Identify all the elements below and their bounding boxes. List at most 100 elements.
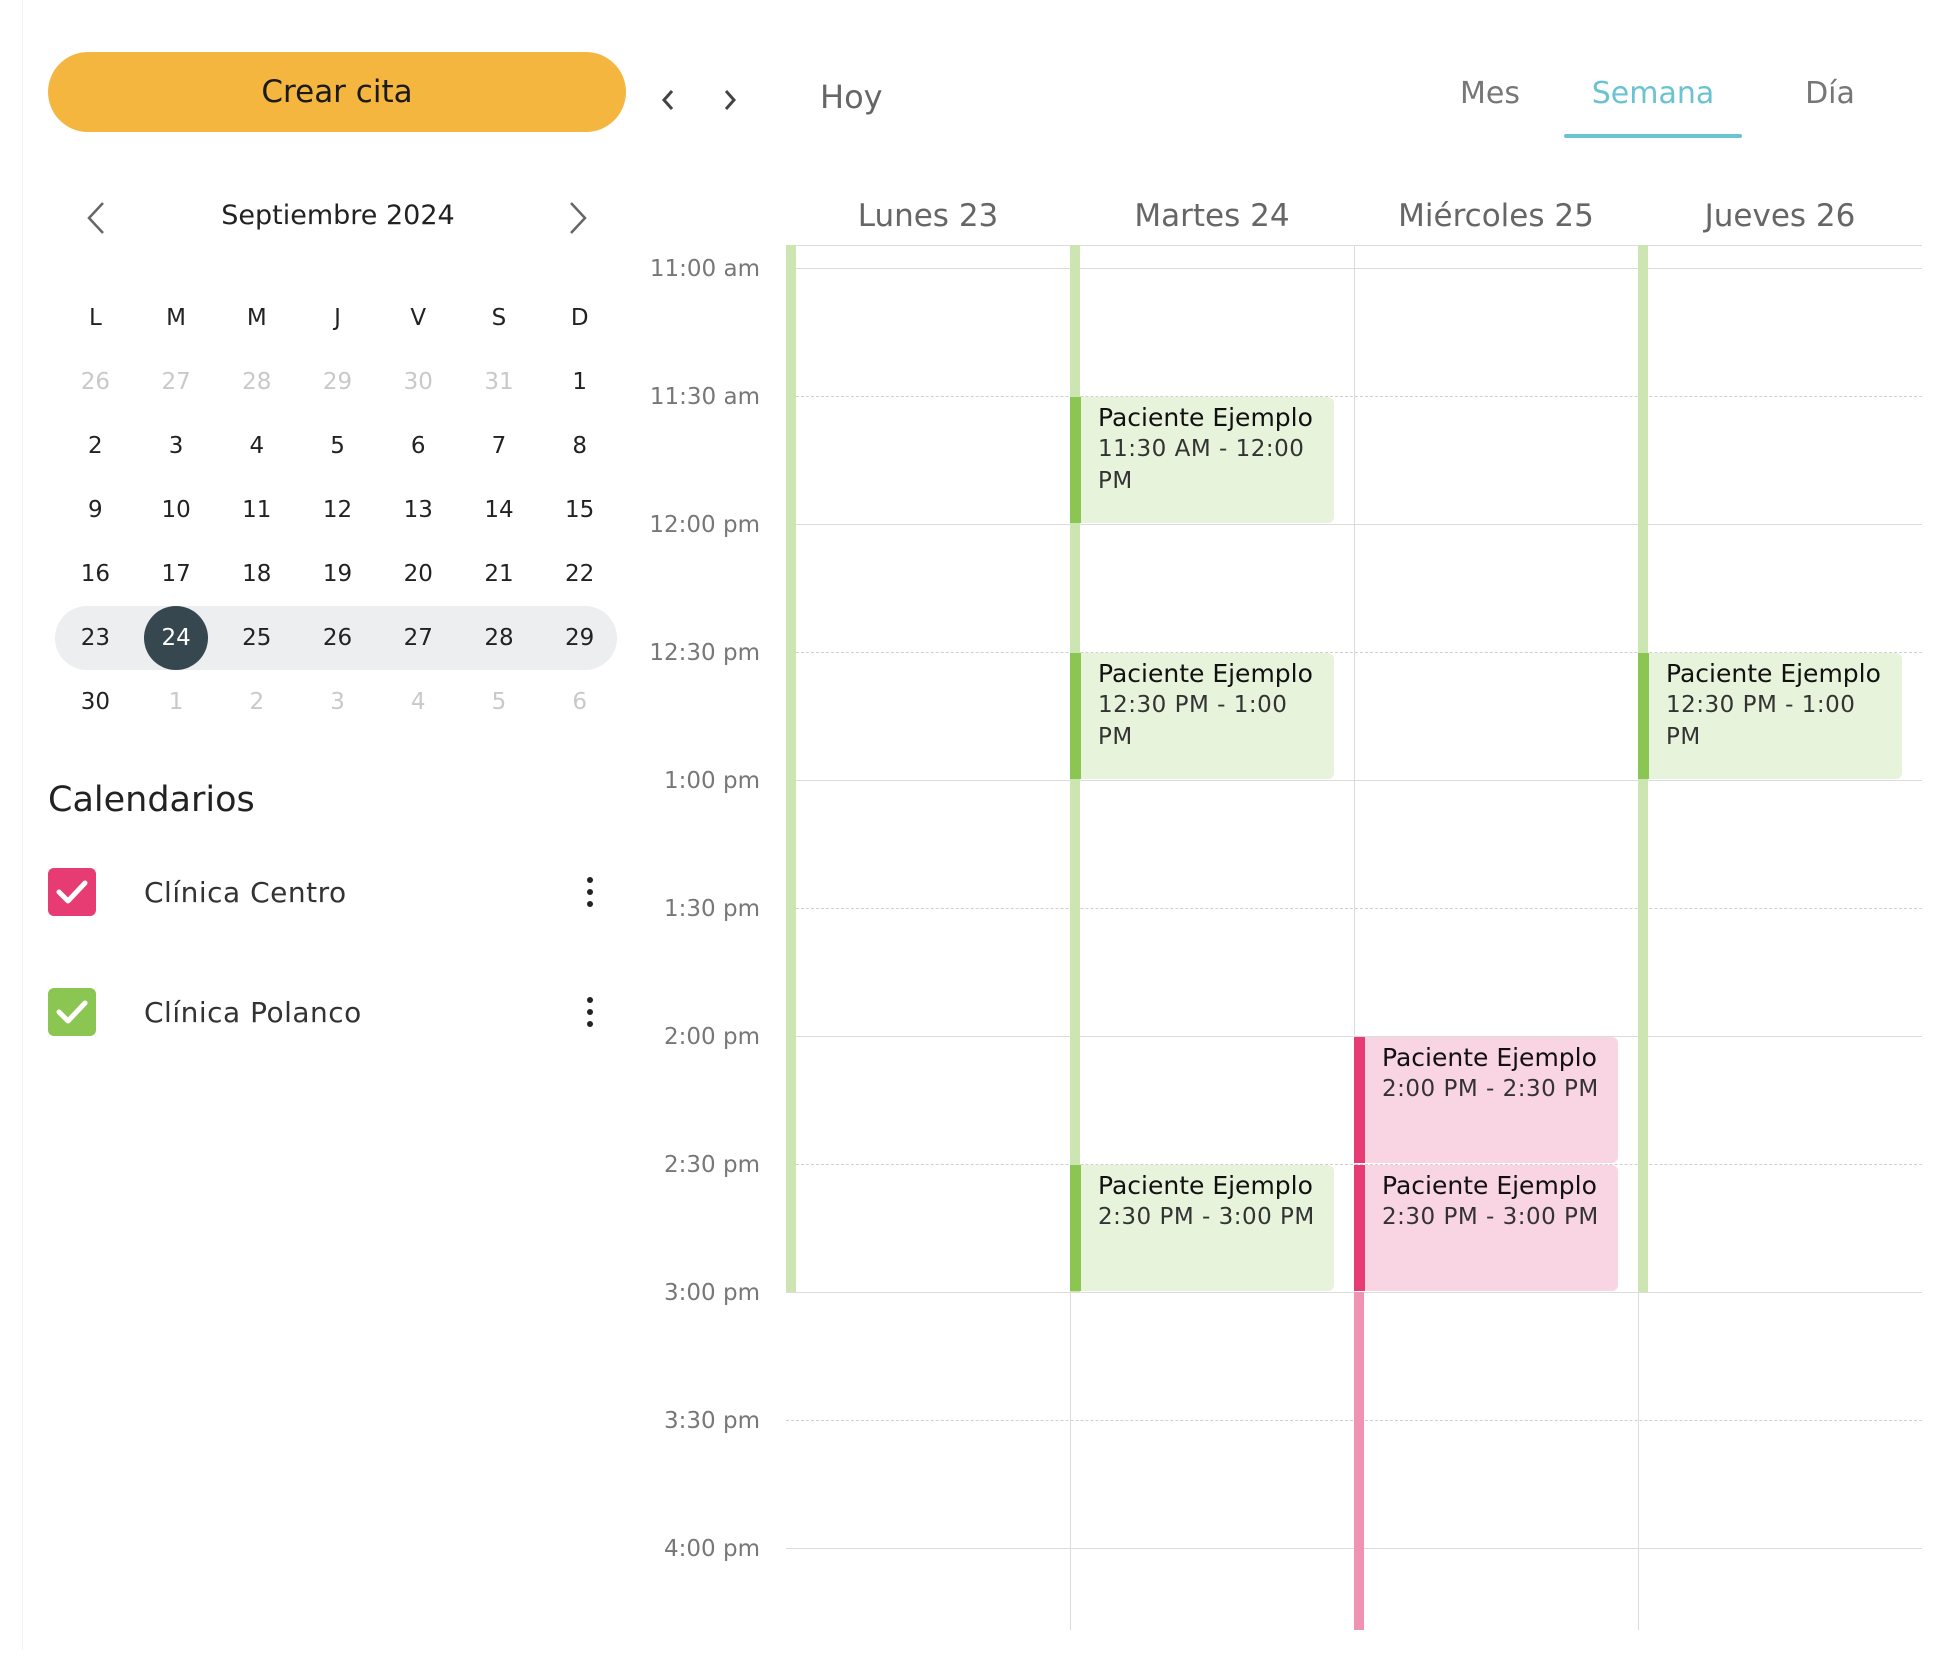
mini-calendar: L M M J V S D 26 27 28 29 30 31 1 2 3 4 …: [55, 286, 620, 734]
event-title: Paciente Ejemplo: [1098, 659, 1313, 688]
mini-day[interactable]: 27: [136, 369, 217, 395]
mini-day[interactable]: 30: [55, 689, 136, 715]
mini-day[interactable]: 5: [297, 433, 378, 459]
event-color-bar: [1354, 1037, 1365, 1163]
event-color-bar: [1070, 397, 1081, 523]
mini-day[interactable]: 18: [216, 561, 297, 587]
more-options-icon[interactable]: [572, 870, 608, 914]
mini-week-row: 9 10 11 12 13 14 15: [55, 478, 620, 542]
mini-day[interactable]: 29: [539, 625, 620, 651]
mini-day[interactable]: 20: [378, 561, 459, 587]
mini-day[interactable]: 3: [136, 433, 217, 459]
mini-day[interactable]: 10: [136, 497, 217, 523]
mini-day[interactable]: 27: [378, 625, 459, 651]
mini-next-month-button[interactable]: [558, 198, 598, 238]
time-label: 12:00 pm: [649, 512, 760, 538]
day-header: Miércoles 25: [1398, 198, 1594, 234]
mini-day[interactable]: 13: [378, 497, 459, 523]
calendar-name: Clínica Centro: [144, 875, 347, 909]
mini-prev-month-button[interactable]: [76, 198, 116, 238]
time-label: 2:30 pm: [664, 1152, 760, 1178]
mini-day[interactable]: 9: [55, 497, 136, 523]
mini-day[interactable]: 3: [297, 689, 378, 715]
time-label: 3:00 pm: [664, 1280, 760, 1306]
weekday-header: L: [88, 305, 102, 331]
weekday-header-row: L M M J V S D: [55, 286, 620, 350]
chevron-right-icon: [724, 90, 737, 110]
mini-day[interactable]: 1: [136, 689, 217, 715]
selected-day-circle: 24: [144, 606, 209, 670]
mini-day[interactable]: 22: [539, 561, 620, 587]
day-header: Martes 24: [1134, 198, 1290, 234]
check-icon: [56, 1000, 88, 1024]
appointment-event[interactable]: Paciente Ejemplo 2:30 PM - 3:00 PM: [1070, 1165, 1334, 1291]
mini-day[interactable]: 2: [55, 433, 136, 459]
mini-day[interactable]: 6: [539, 689, 620, 715]
mini-week-row-current: 23 24 25 26 27 28 29: [55, 606, 620, 670]
tab-week[interactable]: Semana: [1564, 76, 1742, 111]
event-time: 12:30 PM - 1:00 PM: [1666, 692, 1856, 750]
time-label: 2:00 pm: [664, 1024, 760, 1050]
weekday-header: M: [246, 305, 267, 331]
mini-day[interactable]: 28: [216, 369, 297, 395]
calendar-checkbox-polanco[interactable]: [48, 988, 96, 1036]
event-time: 2:30 PM - 3:00 PM: [1382, 1204, 1599, 1230]
appointment-event[interactable]: Paciente Ejemplo 12:30 PM - 1:00 PM: [1638, 653, 1902, 779]
mini-day[interactable]: 21: [459, 561, 540, 587]
weekday-header: M: [166, 305, 186, 331]
chevron-left-icon: [87, 202, 104, 234]
mini-day[interactable]: 5: [459, 689, 540, 715]
mini-day[interactable]: 4: [216, 433, 297, 459]
mini-day[interactable]: 7: [459, 433, 540, 459]
mini-day-selected[interactable]: 24: [136, 606, 217, 670]
check-icon: [56, 880, 88, 904]
event-title: Paciente Ejemplo: [1666, 659, 1881, 688]
mini-week-row: 30 1 2 3 4 5 6: [55, 670, 620, 734]
event-color-bar: [1070, 1165, 1081, 1291]
tab-day[interactable]: Día: [1780, 76, 1880, 111]
more-options-icon[interactable]: [572, 990, 608, 1034]
mini-day[interactable]: 8: [539, 433, 620, 459]
create-appointment-button[interactable]: Crear cita: [48, 52, 626, 132]
mini-day[interactable]: 19: [297, 561, 378, 587]
prev-week-button[interactable]: [648, 80, 688, 120]
mini-day[interactable]: 15: [539, 497, 620, 523]
mini-week-row: 16 17 18 19 20 21 22: [55, 542, 620, 606]
calendar-item-polanco: Clínica Polanco: [48, 986, 608, 1038]
mini-day[interactable]: 26: [297, 625, 378, 651]
appointment-event[interactable]: Paciente Ejemplo 12:30 PM - 1:00 PM: [1070, 653, 1334, 779]
event-color-bar: [1638, 653, 1649, 779]
event-time: 2:30 PM - 3:00 PM: [1098, 1204, 1315, 1230]
day-header: Jueves 26: [1704, 198, 1856, 234]
mini-day[interactable]: 17: [136, 561, 217, 587]
time-label: 1:30 pm: [664, 896, 760, 922]
appointment-event[interactable]: Paciente Ejemplo 2:30 PM - 3:00 PM: [1354, 1165, 1618, 1291]
time-label: 4:00 pm: [664, 1536, 760, 1562]
mini-day[interactable]: 23: [55, 625, 136, 651]
today-button[interactable]: Hoy: [820, 78, 883, 116]
mini-day[interactable]: 12: [297, 497, 378, 523]
mini-day[interactable]: 4: [378, 689, 459, 715]
mini-day[interactable]: 30: [378, 369, 459, 395]
event-time: 2:00 PM - 2:30 PM: [1382, 1076, 1599, 1102]
mini-day[interactable]: 31: [459, 369, 540, 395]
mini-day[interactable]: 14: [459, 497, 540, 523]
tab-month[interactable]: Mes: [1430, 76, 1550, 111]
calendar-checkbox-centro[interactable]: [48, 868, 96, 916]
weekday-header: S: [491, 305, 507, 331]
chevron-right-icon: [570, 202, 587, 234]
mini-day[interactable]: 1: [539, 369, 620, 395]
calendar-name: Clínica Polanco: [144, 995, 362, 1029]
mini-day[interactable]: 2: [216, 689, 297, 715]
appointment-event[interactable]: Paciente Ejemplo 2:00 PM - 2:30 PM: [1354, 1037, 1618, 1163]
mini-day[interactable]: 29: [297, 369, 378, 395]
mini-day[interactable]: 11: [216, 497, 297, 523]
mini-day[interactable]: 28: [459, 625, 540, 651]
mini-day[interactable]: 25: [216, 625, 297, 651]
mini-day[interactable]: 26: [55, 369, 136, 395]
mini-day[interactable]: 6: [378, 433, 459, 459]
next-week-button[interactable]: [710, 80, 750, 120]
weekday-header: D: [570, 305, 589, 331]
appointment-event[interactable]: Paciente Ejemplo 11:30 AM - 12:00 PM: [1070, 397, 1334, 523]
mini-day[interactable]: 16: [55, 561, 136, 587]
